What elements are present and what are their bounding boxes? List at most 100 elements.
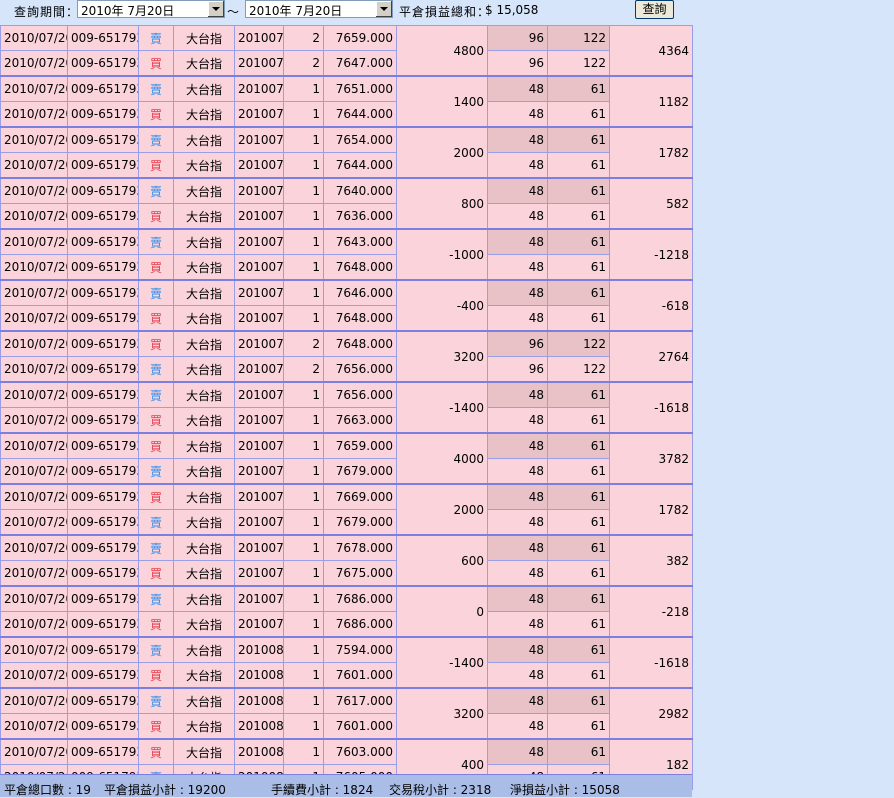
cell-side: 買	[138, 611, 174, 638]
cell-product: 大台指	[173, 407, 235, 434]
cell-close-pl: 3200	[396, 687, 488, 740]
cell-account: 009-6517930	[67, 152, 139, 179]
cell-account: 009-6517930	[67, 458, 139, 485]
period-label: 查詢期間：	[14, 5, 80, 19]
cell-close-pl: 600	[396, 534, 488, 587]
cell-fee: 48	[487, 738, 548, 765]
cell-quantity: 1	[283, 738, 324, 765]
cell-account: 009-6517930	[67, 305, 139, 332]
cell-account: 009-6517930	[67, 432, 139, 459]
cell-close-pl: -1000	[396, 228, 488, 281]
cell-net-pl: 3782	[609, 432, 693, 485]
cell-quantity: 1	[283, 279, 324, 306]
table-row: 2010/07/20009-6517930賣大台指20100727656.000…	[0, 356, 693, 383]
cell-date: 2010/07/20	[0, 458, 68, 485]
cell-contract-month: 201007	[234, 177, 284, 204]
cell-net-pl: -1218	[609, 228, 693, 281]
cell-side: 買	[138, 254, 174, 281]
end-date-picker[interactable]: 2010年 7月20日	[245, 0, 393, 18]
table-row: 2010/07/20009-6517930買大台指20100817601.000…	[0, 662, 693, 689]
cell-tax: 61	[547, 738, 610, 765]
cell-price: 7644.000	[323, 101, 397, 128]
total-lots: 平倉總口數 : 19	[4, 783, 91, 797]
cell-price: 7669.000	[323, 483, 397, 510]
cell-tax: 122	[547, 330, 610, 357]
table-row: 2010/07/20009-6517930賣大台指20100717686.000…	[0, 585, 693, 638]
cell-side: 賣	[138, 356, 174, 383]
cell-product: 大台指	[173, 509, 235, 536]
cell-contract-month: 201007	[234, 330, 284, 357]
cell-side: 買	[138, 50, 174, 77]
cell-product: 大台指	[173, 534, 235, 561]
cell-product: 大台指	[173, 330, 235, 357]
cell-side: 買	[138, 407, 174, 434]
cell-fee: 48	[487, 534, 548, 561]
cell-fee: 48	[487, 713, 548, 740]
cell-fee: 48	[487, 611, 548, 638]
cell-side: 賣	[138, 177, 174, 204]
table-row: 2010/07/20009-6517930買大台指20100717659.000…	[0, 432, 693, 485]
cell-price: 7678.000	[323, 534, 397, 561]
cell-tax: 61	[547, 662, 610, 689]
cell-contract-month: 201007	[234, 611, 284, 638]
cell-side: 買	[138, 101, 174, 128]
table-row: 2010/07/20009-6517930賣大台指20100717646.000…	[0, 279, 693, 332]
cell-quantity: 2	[283, 50, 324, 77]
fee-subtotal: 手續費小計 : 1824	[271, 783, 374, 797]
start-date-picker[interactable]: 2010年 7月20日	[77, 0, 225, 18]
cell-account: 009-6517930	[67, 126, 139, 153]
cell-side: 賣	[138, 687, 174, 714]
cell-side: 買	[138, 203, 174, 230]
cell-fee: 48	[487, 254, 548, 281]
cell-date: 2010/07/20	[0, 662, 68, 689]
cell-price: 7647.000	[323, 50, 397, 77]
cell-contract-month: 201007	[234, 203, 284, 230]
cell-side: 賣	[138, 534, 174, 561]
cell-account: 009-6517930	[67, 611, 139, 638]
cell-fee: 96	[487, 356, 548, 383]
cell-product: 大台指	[173, 611, 235, 638]
cell-contract-month: 201008	[234, 687, 284, 714]
chevron-down-icon[interactable]	[375, 1, 392, 17]
cell-side: 賣	[138, 636, 174, 663]
cell-quantity: 1	[283, 432, 324, 459]
table-row: 2010/07/20009-6517930賣大台指20100717643.000…	[0, 228, 693, 281]
start-date-value: 2010年 7月20日	[81, 4, 175, 18]
cell-account: 009-6517930	[67, 356, 139, 383]
cell-quantity: 1	[283, 585, 324, 612]
cell-tax: 122	[547, 356, 610, 383]
cell-product: 大台指	[173, 305, 235, 332]
query-button[interactable]: 查詢	[635, 0, 674, 19]
cell-net-pl: 1782	[609, 483, 693, 536]
table-row: 2010/07/20009-6517930賣大台指20100817617.000…	[0, 687, 693, 740]
cell-fee: 48	[487, 177, 548, 204]
cell-fee: 48	[487, 126, 548, 153]
cell-tax: 61	[547, 381, 610, 408]
cell-price: 7636.000	[323, 203, 397, 230]
cell-date: 2010/07/20	[0, 687, 68, 714]
cell-tax: 61	[547, 509, 610, 536]
cell-price: 7679.000	[323, 458, 397, 485]
cell-quantity: 1	[283, 305, 324, 332]
cell-date: 2010/07/20	[0, 611, 68, 638]
cell-side: 賣	[138, 126, 174, 153]
cell-price: 7640.000	[323, 177, 397, 204]
cell-date: 2010/07/20	[0, 509, 68, 536]
cell-quantity: 1	[283, 407, 324, 434]
cell-tax: 61	[547, 636, 610, 663]
cell-account: 009-6517930	[67, 50, 139, 77]
cell-quantity: 1	[283, 254, 324, 281]
cell-account: 009-6517930	[67, 483, 139, 510]
cell-tax: 61	[547, 126, 610, 153]
chevron-down-icon[interactable]	[207, 1, 224, 17]
cell-tax: 61	[547, 177, 610, 204]
table-row: 2010/07/20009-6517930買大台指20100717648.000…	[0, 254, 693, 281]
cell-contract-month: 201008	[234, 738, 284, 765]
cell-fee: 48	[487, 432, 548, 459]
cell-fee: 48	[487, 305, 548, 332]
cell-contract-month: 201007	[234, 356, 284, 383]
cell-date: 2010/07/20	[0, 75, 68, 102]
table-row: 2010/07/20009-6517930賣大台指20100727659.000…	[0, 25, 693, 77]
cell-quantity: 1	[283, 483, 324, 510]
cell-close-pl: 2000	[396, 126, 488, 179]
